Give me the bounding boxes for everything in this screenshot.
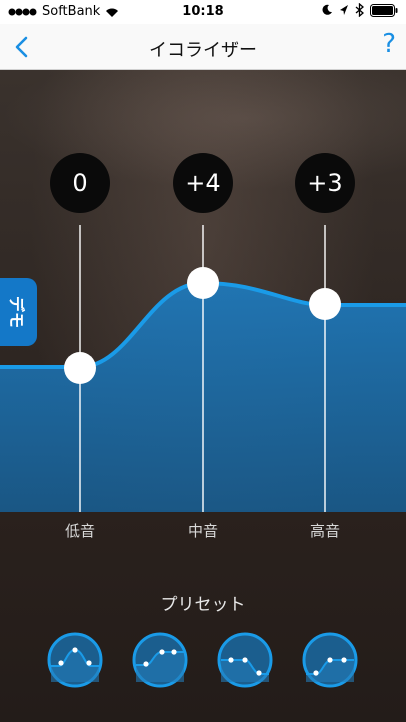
slider-handle-high[interactable] (309, 288, 341, 320)
band-value-low: 0 (50, 153, 110, 213)
band-label-mid: 中音 (187, 522, 218, 540)
preset-button-3[interactable] (217, 632, 273, 688)
slider-handle-mid[interactable] (187, 267, 219, 299)
slider-handle-low[interactable] (64, 352, 96, 384)
preset-title: プリセット (160, 595, 246, 615)
band-value-mid: +4 (173, 153, 233, 213)
demo-tab[interactable]: デモ (0, 278, 37, 346)
demo-tab-label: デモ (7, 295, 27, 329)
status-bar: SoftBank 10:18 (0, 0, 406, 24)
preset-button-1[interactable] (47, 632, 103, 688)
band-value-high: +3 (295, 153, 355, 213)
band-label-low: 低音 (64, 522, 95, 540)
location-icon (340, 5, 348, 15)
status-right (321, 3, 398, 17)
eq-curve-graph (0, 225, 406, 512)
battery-icon (370, 3, 398, 17)
band-label-high: 高音 (309, 522, 340, 540)
bluetooth-icon (355, 3, 364, 17)
preset-button-2[interactable] (132, 632, 188, 688)
preset-button-4[interactable] (302, 632, 358, 688)
nav-bar: イコライザー ? (0, 24, 406, 70)
moon-icon (322, 4, 332, 15)
page-title: イコライザー (149, 40, 257, 61)
help-button[interactable]: ? (382, 29, 396, 59)
